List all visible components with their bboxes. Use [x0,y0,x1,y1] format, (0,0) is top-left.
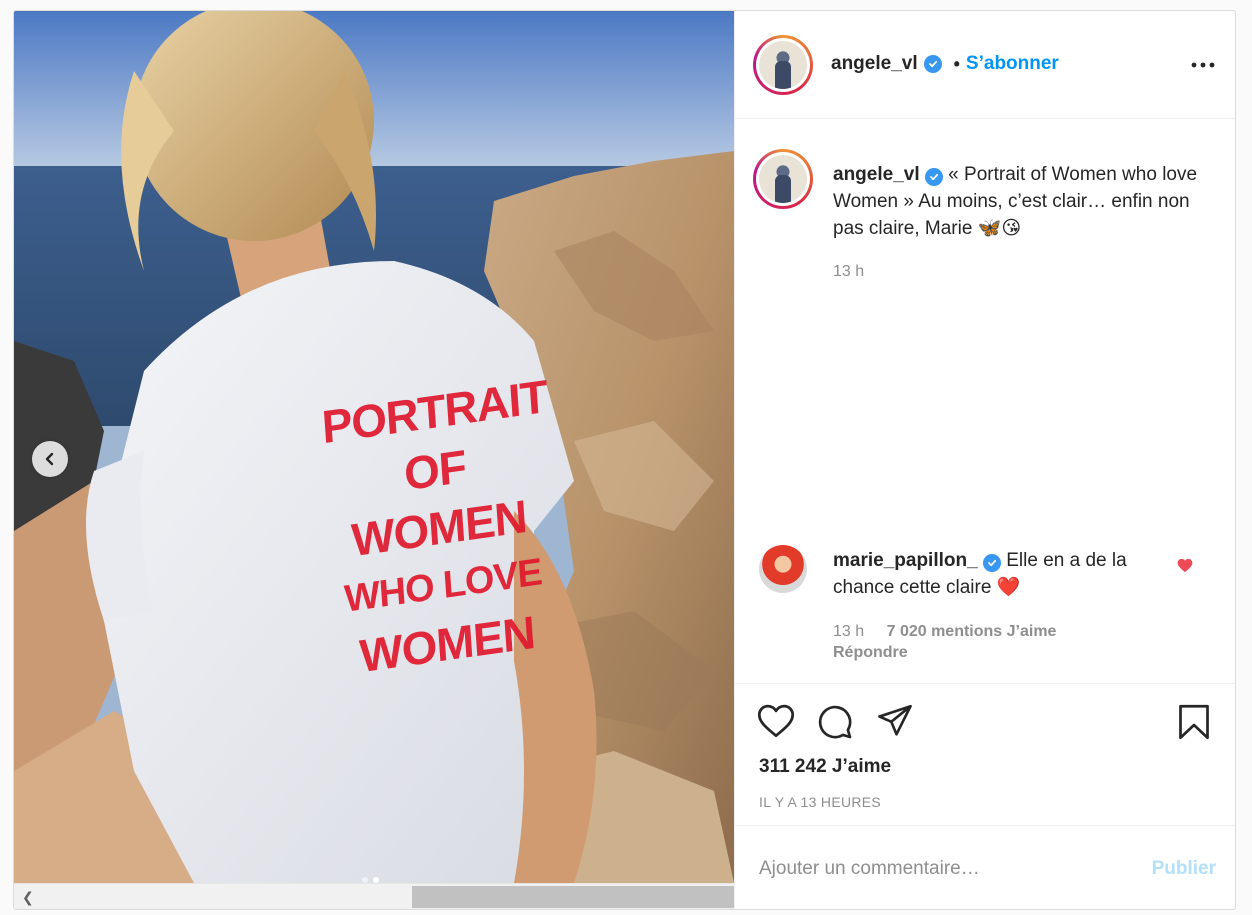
caption-body: angele_vl « Portrait of Women who love W… [833,161,1203,242]
share-icon[interactable] [877,704,913,743]
header-separator: • [953,53,960,74]
post-header: angele_vl • S’abonner [735,11,1235,119]
comment-timestamp[interactable]: 13 h [833,623,864,640]
verified-badge-icon [982,554,1001,572]
author-avatar[interactable] [753,35,813,95]
verified-badge-icon [924,168,943,186]
comment-like-heart-icon[interactable] [1177,558,1193,578]
scroll-left-arrow-icon[interactable]: ❮ [22,890,34,904]
reply-button[interactable]: Répondre [833,642,1056,663]
comment-icon[interactable] [817,704,853,745]
chevron-left-icon [45,452,54,466]
comment-meta: 13 h 7 020 mentions J’aime Répondre [833,621,1056,663]
commenter-username[interactable]: marie_papillon_ [833,550,978,571]
caption-author-avatar[interactable] [753,149,813,209]
post-timestamp[interactable]: IL Y A 13 HEURES [759,794,881,810]
post-likes-count[interactable]: 311 242 J’aime [759,756,891,778]
post-actions: 311 242 J’aime IL Y A 13 HEURES [735,683,1235,825]
shirt-print: PORTRAIT OF WOMEN WHO LOVE WOMEN [320,368,558,689]
horizontal-scrollbar[interactable]: ❮ [14,883,734,909]
carousel-prev-button[interactable] [32,441,68,477]
post-sidebar: angele_vl • S’abonner angele_vl « Portra… [734,11,1235,909]
commenter-avatar[interactable] [759,545,807,593]
scrollbar-thumb[interactable] [412,886,734,908]
caption-username[interactable]: angele_vl [833,164,920,185]
comment-item: marie_papillon_ Elle en a de la chance c… [735,541,1235,691]
more-options-icon[interactable] [1191,55,1215,73]
follow-button[interactable]: S’abonner [966,53,1059,75]
comment-body: marie_papillon_ Elle en a de la chance c… [833,547,1163,601]
caption-timestamp[interactable]: 13 h [833,263,864,281]
verified-badge-icon [923,55,942,73]
bookmark-icon[interactable] [1177,704,1211,745]
heart-icon[interactable] [757,704,795,743]
instagram-post: PORTRAIT OF WOMEN WHO LOVE WOMEN ❮ angel… [13,10,1236,910]
add-comment-bar: Publier [735,825,1235,909]
post-photo[interactable]: PORTRAIT OF WOMEN WHO LOVE WOMEN [14,11,734,883]
publish-button[interactable]: Publier [1152,858,1216,880]
comment-likes[interactable]: 7 020 mentions J’aime [887,623,1057,640]
author-username[interactable]: angele_vl [831,53,918,75]
comment-input[interactable] [759,854,1119,884]
